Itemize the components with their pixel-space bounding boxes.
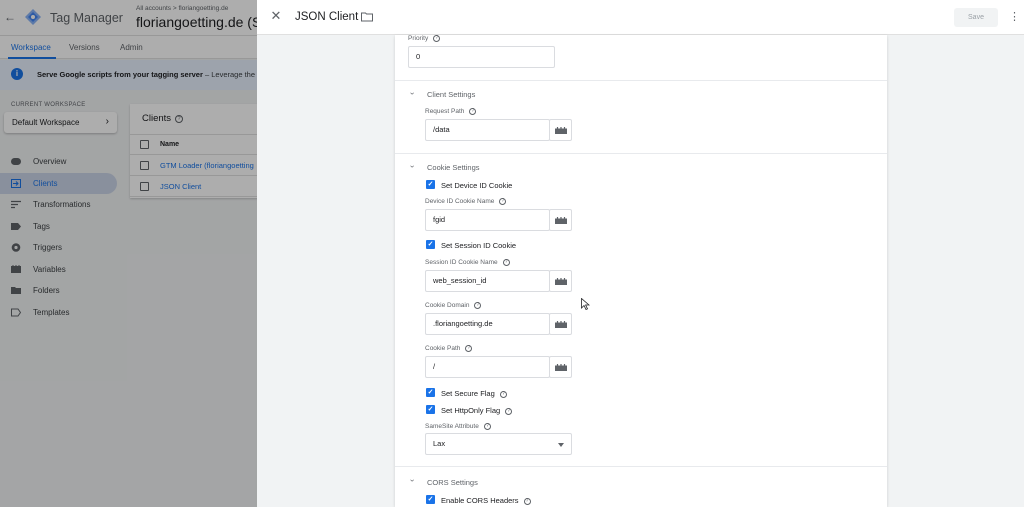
device-id-name-label: Device ID Cookie Name? — [425, 198, 507, 205]
section-title-cors-settings[interactable]: CORS Settings — [427, 478, 478, 487]
session-id-checkbox-label[interactable]: Set Session ID Cookie — [441, 241, 516, 250]
save-button[interactable]: Save — [954, 8, 998, 27]
secure-flag-checkbox-label[interactable]: Set Secure Flag? — [441, 389, 507, 398]
chevron-down-icon[interactable]: › — [408, 479, 417, 482]
panel-header: ✕ JSON Client Save ⋮ — [257, 0, 1024, 35]
panel-title[interactable]: JSON Client — [295, 11, 358, 23]
help-icon[interactable]: ? — [505, 407, 513, 415]
more-vert-icon[interactable]: ⋮ — [1009, 10, 1020, 24]
secure-flag-checkbox[interactable]: ✓ — [426, 388, 435, 397]
section-title-client-settings[interactable]: Client Settings — [427, 90, 475, 99]
device-id-checkbox-label[interactable]: Set Device ID Cookie — [441, 181, 512, 190]
request-path-input[interactable]: /data — [425, 119, 550, 141]
help-icon[interactable]: ? — [523, 497, 531, 505]
httponly-flag-checkbox[interactable]: ✓ — [426, 405, 435, 414]
mouse-cursor-icon — [581, 298, 590, 310]
help-icon[interactable]: ? — [499, 198, 507, 205]
chevron-down-icon[interactable]: › — [408, 92, 417, 95]
httponly-flag-checkbox-label[interactable]: Set HttpOnly Flag? — [441, 406, 513, 415]
priority-label: Priority? — [408, 35, 441, 42]
request-path-label: Request Path? — [425, 108, 477, 115]
samesite-label: SameSite Attribute? — [425, 423, 491, 430]
variable-icon — [555, 278, 567, 285]
variable-icon — [555, 321, 567, 328]
cookie-domain-input[interactable]: .floriangoetting.de — [425, 313, 550, 335]
client-editor-panel: ✕ JSON Client Save ⋮ Priority? 0 › Clien… — [257, 0, 1024, 507]
help-icon[interactable]: ? — [483, 423, 491, 430]
variable-picker-button[interactable] — [549, 270, 572, 292]
cookie-path-input[interactable]: / — [425, 356, 550, 378]
session-id-name-input[interactable]: web_session_id — [425, 270, 550, 292]
variable-picker-button[interactable] — [549, 209, 572, 231]
folder-icon[interactable] — [361, 12, 373, 22]
session-id-checkbox[interactable]: ✓ — [426, 240, 435, 249]
variable-picker-button[interactable] — [549, 313, 572, 335]
section-title-cookie-settings[interactable]: Cookie Settings — [427, 163, 480, 172]
dropdown-arrow-icon — [558, 443, 564, 447]
enable-cors-checkbox[interactable]: ✓ — [426, 495, 435, 504]
divider — [395, 153, 887, 154]
help-icon[interactable]: ? — [499, 390, 507, 398]
variable-picker-button[interactable] — [549, 356, 572, 378]
priority-input[interactable]: 0 — [408, 46, 555, 68]
variable-icon — [555, 364, 567, 371]
samesite-select[interactable]: Lax — [425, 433, 572, 455]
enable-cors-checkbox-label[interactable]: Enable CORS Headers? — [441, 496, 531, 505]
variable-picker-button[interactable] — [549, 119, 572, 141]
chevron-down-icon[interactable]: › — [408, 165, 417, 168]
close-icon[interactable]: ✕ — [269, 9, 283, 23]
help-icon[interactable]: ? — [502, 259, 510, 266]
device-id-checkbox[interactable]: ✓ — [426, 180, 435, 189]
samesite-selected-value: Lax — [433, 439, 446, 448]
device-id-name-input[interactable]: fgid — [425, 209, 550, 231]
variable-icon — [555, 217, 567, 224]
cookie-path-label: Cookie Path? — [425, 345, 473, 352]
help-icon[interactable]: ? — [433, 35, 441, 42]
divider — [395, 466, 887, 467]
client-configuration-card: Priority? 0 › Client Settings Request Pa… — [395, 35, 887, 507]
help-icon[interactable]: ? — [474, 302, 482, 309]
session-id-name-label: Session ID Cookie Name? — [425, 259, 510, 266]
variable-icon — [555, 127, 567, 134]
help-icon[interactable]: ? — [465, 345, 473, 352]
help-icon[interactable]: ? — [469, 108, 477, 115]
divider — [395, 80, 887, 81]
cookie-domain-label: Cookie Domain? — [425, 302, 482, 309]
